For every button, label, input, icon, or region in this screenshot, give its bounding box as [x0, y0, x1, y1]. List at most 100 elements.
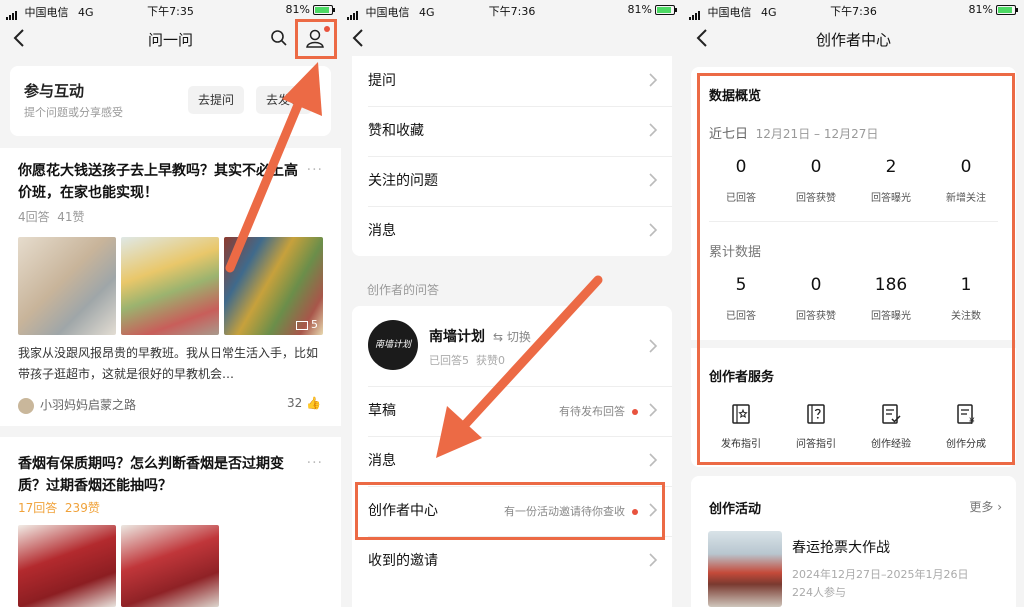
battery-icon [313, 5, 335, 15]
stat-label: 回答获赞 [796, 193, 836, 204]
more-label: 更多 [969, 500, 994, 514]
menu-item-messages[interactable]: 消息 [352, 206, 672, 256]
experience-icon[interactable] [880, 403, 902, 425]
question-image[interactable] [121, 525, 219, 607]
question-card[interactable]: 你愿花大钱送孩子去上早教吗？其实不必上高价班，在家也能实现！ ··· 4回答 4… [0, 148, 341, 426]
switch-account[interactable]: ⇆ 切换 [493, 330, 531, 344]
overview-title: 数据概览 [709, 89, 762, 104]
hint-text: 有一份活动邀请待你查收 [504, 505, 625, 518]
menu-label: 草稿 [368, 403, 396, 419]
recent-period: 近七日 12月21日 – 12月27日 [709, 123, 878, 142]
stat-value: 5 [735, 275, 747, 295]
like-count: 41赞 [57, 210, 85, 224]
answer-count: 17回答 [18, 501, 58, 515]
question-title[interactable]: 香烟有保质期吗？怎么判断香烟是否过期变质？过期香烟还能抽吗？ [18, 453, 303, 497]
activity-participants: 224人参与 [792, 586, 846, 599]
menu-label: 消息 [368, 453, 396, 469]
menu-item-creator-center[interactable]: 创作者中心 有一份活动邀请待你查收 [352, 486, 672, 536]
battery-percent: 81% [968, 3, 993, 16]
menu-item-followed-questions[interactable]: 关注的问题 [352, 156, 672, 206]
service-label[interactable]: 创作分成 [928, 435, 1004, 450]
post-button[interactable]: 去发布 [256, 86, 313, 114]
service-label[interactable]: 创作经验 [853, 435, 929, 450]
creator-qa-card: 南墙计划 南墙计划 ⇆ 切换 已回答5 获赞0 草稿 有待发布回答 消息 创作者中心… [352, 306, 672, 607]
revenue-share-icon[interactable]: ¥ [955, 403, 977, 425]
activity-title: 创作活动 [709, 502, 762, 517]
question-title[interactable]: 你愿花大钱送孩子去上早教吗？其实不必上高价班，在家也能实现！ [18, 160, 303, 204]
publish-guide-icon[interactable] [730, 403, 752, 425]
battery-indicator: 81% [628, 3, 677, 16]
engage-title: 参与互动 [24, 82, 85, 100]
menu-label: 消息 [368, 223, 396, 239]
back-icon[interactable] [349, 26, 369, 50]
qa-guide-icon[interactable] [805, 403, 827, 425]
section-label: 创作者的问答 [367, 283, 440, 297]
activity-thumbnail[interactable] [708, 531, 782, 607]
battery-percent: 81% [285, 3, 310, 16]
hint-text: 有待发布回答 [559, 405, 625, 418]
recent-range: 12月21日 – 12月27日 [755, 127, 879, 141]
more-icon[interactable]: ··· [307, 455, 323, 471]
answer-like[interactable]: 32 👍 [287, 396, 321, 410]
menu-label: 关注的问题 [368, 173, 438, 189]
menu-item-likes-favorites[interactable]: 赞和收藏 [352, 106, 672, 156]
question-meta: 4回答 41赞 [18, 208, 85, 225]
stat-label: 已回答 [726, 193, 756, 204]
gallery-icon [296, 320, 308, 330]
nav-bar [341, 20, 683, 58]
question-image[interactable] [121, 237, 219, 335]
chevron-right-icon [649, 553, 658, 567]
recent-label: 近七日 [709, 127, 749, 142]
menu-label: 提问 [368, 73, 396, 89]
menu-item-invitations[interactable]: 收到的邀请 [352, 536, 672, 586]
status-bar: 中国电信 4G 下午7:35 81% [0, 0, 341, 20]
battery-indicator: 81% [968, 3, 1018, 16]
chevron-right-icon [649, 73, 658, 87]
stat-value: 1 [960, 275, 972, 295]
question-card[interactable]: 香烟有保质期吗？怎么判断香烟是否过期变质？过期香烟还能抽吗？ ··· 17回答 … [0, 437, 341, 607]
status-dot [632, 409, 638, 415]
svg-text:¥: ¥ [969, 417, 975, 425]
menu-item-creator-messages[interactable]: 消息 [352, 436, 672, 486]
creator-data-card: 数据概览 近七日 12月21日 – 12月27日 0 0 2 0 已回答 回答获… [691, 67, 1016, 467]
ask-question-button[interactable]: 去提问 [188, 86, 245, 114]
more-icon[interactable]: ··· [307, 162, 323, 178]
search-icon[interactable] [270, 29, 288, 47]
ask-menu: 提问 赞和收藏 关注的问题 消息 [352, 56, 672, 256]
answer-count: 4回答 [18, 210, 50, 224]
chevron-right-icon: › [997, 500, 1002, 514]
answer-like-count: 32 [286, 396, 303, 410]
status-bar: 中国电信 4G 下午7:36 81% [683, 0, 1024, 20]
creator-center-screen: 中国电信 4G 下午7:36 81% 创作者中心 数据概览 近七日 12月21日… [683, 0, 1024, 607]
avatar: 南墙计划 [368, 320, 418, 370]
activity-more-link[interactable]: 更多 › [969, 498, 1002, 515]
service-label[interactable]: 问答指引 [778, 435, 854, 450]
chevron-right-icon [649, 503, 658, 517]
question-image[interactable] [18, 525, 116, 607]
question-image[interactable] [18, 237, 116, 335]
stat-value: 186 [874, 275, 908, 295]
menu-label: 收到的邀请 [368, 553, 438, 569]
section-divider [691, 340, 1016, 348]
question-image[interactable]: 5 [224, 237, 323, 335]
chevron-right-icon [649, 223, 658, 237]
stat-label: 回答获赞 [796, 311, 836, 322]
creator-activity-card: 创作活动 更多 › 春运抢票大作战 2024年12月27日–2025年1月26日… [691, 476, 1016, 607]
avatar [18, 397, 34, 414]
answer-excerpt[interactable]: 我家从没跟风报昂贵的早教班。我从日常生活入手，比如带孩子逛超市，这就是很好的早教… [18, 343, 323, 385]
service-label[interactable]: 发布指引 [703, 435, 779, 450]
menu-hint: 有待发布回答 [559, 403, 638, 419]
profile-icon[interactable] [304, 27, 326, 49]
menu-item-drafts[interactable]: 草稿 有待发布回答 [352, 386, 672, 436]
screenshot-stage: 中国电信 4G 下午7:35 81% 问一问 参与互动 提个问题或分享感受 去提… [0, 0, 1024, 607]
menu-item-questions[interactable]: 提问 [352, 56, 672, 106]
stat-value: 0 [810, 275, 822, 295]
creator-profile[interactable]: 南墙计划 南墙计划 ⇆ 切换 已回答5 获赞0 [352, 306, 672, 386]
nav-bar: 创作者中心 [683, 20, 1024, 58]
stat-value: 0 [810, 157, 822, 177]
answer-author[interactable]: 小羽妈妈启蒙之路 [18, 396, 136, 414]
menu-label: 赞和收藏 [368, 123, 424, 139]
image-count-badge: 5 [296, 318, 318, 331]
switch-icon: ⇆ [493, 330, 504, 344]
activity-name[interactable]: 春运抢票大作战 [792, 537, 890, 557]
